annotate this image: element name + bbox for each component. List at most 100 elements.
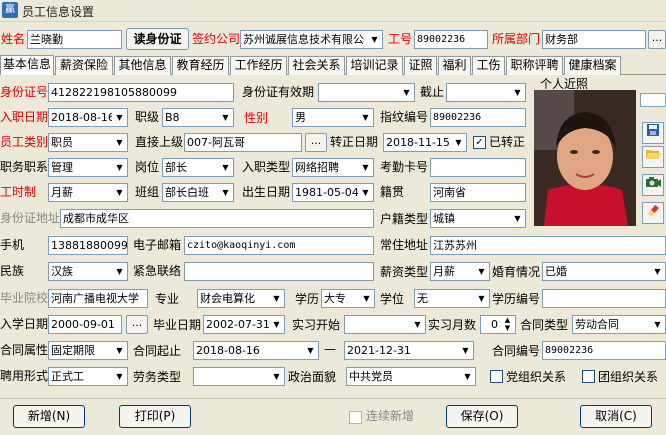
emergency-input[interactable] (184, 262, 374, 281)
salary-type-label: 薪资类型 (380, 265, 429, 279)
name-input[interactable]: 兰晓勤 (27, 30, 122, 49)
native-input[interactable]: 河南省 (430, 183, 526, 202)
party-org-checkbox[interactable] (490, 370, 503, 383)
emp-type-select[interactable]: 职员 ▼ (48, 133, 128, 152)
school-start-input[interactable]: 2000-09-01 (48, 315, 122, 334)
save-button[interactable]: 保存(O) (446, 405, 518, 428)
id-no-label: 身份证号 (0, 85, 49, 99)
union-org-checkbox[interactable] (582, 370, 595, 383)
spin-icon: ▲ ▼ (500, 316, 515, 333)
regular-date-picker[interactable]: 2018-11-15 ▼ (383, 133, 467, 152)
tab-social-relations[interactable]: 社会关系 (288, 56, 345, 75)
chevron-down-icon: ▼ (112, 263, 127, 280)
tab-training[interactable]: 培训记录 (346, 56, 403, 75)
edu-no-input[interactable] (542, 289, 666, 308)
marital-select[interactable]: 已婚 ▼ (542, 262, 666, 281)
tab-salary-insurance[interactable]: 薪资保险 (55, 56, 113, 75)
tab-title-review[interactable]: 职称评聘 (506, 56, 563, 75)
rank-select[interactable]: B8 ▼ (162, 108, 234, 127)
camera-icon[interactable] (642, 174, 664, 196)
contract-start-picker[interactable]: 2018-08-16 ▼ (193, 341, 319, 360)
labor-type-select[interactable]: ▼ (193, 367, 285, 386)
cancel-button[interactable]: 取消(C) (580, 405, 652, 428)
hire-date-picker[interactable]: 2018-08-16 ▼ (48, 108, 128, 127)
grad-date-picker[interactable]: 2002-07-31 ▼ (203, 315, 285, 334)
eraser-icon[interactable] (642, 202, 664, 224)
birth-date-picker[interactable]: 1981-05-04 ▼ (292, 183, 374, 202)
emp-no-label: 工号 (388, 32, 413, 46)
id-no-input[interactable]: 412822198105880099 (48, 83, 234, 102)
email-label: 电子邮箱 (133, 238, 182, 252)
gender-select[interactable]: 男 ▼ (292, 108, 374, 127)
hire-type-select[interactable]: 网络招聘 ▼ (292, 158, 374, 177)
labor-type-label: 劳务类型 (133, 370, 182, 384)
mobile-label: 手机 (0, 238, 25, 252)
tab-work-history[interactable]: 工作经历 (230, 56, 287, 75)
chevron-down-icon: ▼ (650, 263, 665, 280)
fingerprint-input[interactable]: 89002236 (430, 108, 526, 127)
dept-input[interactable]: 财务部 (542, 30, 646, 49)
post-select[interactable]: 部长 ▼ (162, 158, 234, 177)
school-label: 毕业院校 (0, 291, 49, 305)
tab-other-info[interactable]: 其他信息 (114, 56, 171, 75)
salary-type-select[interactable]: 月薪 ▼ (430, 262, 490, 281)
work-hours-select[interactable]: 月薪 ▼ (48, 183, 128, 202)
tab-injury[interactable]: 工伤 (472, 56, 505, 75)
degree-select[interactable]: 无 ▼ (414, 289, 490, 308)
intern-start-picker[interactable]: ▼ (344, 315, 426, 334)
shift-select[interactable]: 部长白班 ▼ (162, 183, 234, 202)
native-label: 籍贯 (380, 185, 405, 199)
major-label: 专业 (155, 292, 180, 306)
continue-new-checkbox[interactable] (349, 411, 362, 424)
attendance-input[interactable] (430, 158, 526, 177)
id-valid-select[interactable]: ▼ (318, 83, 415, 102)
tab-basic-info[interactable]: 基本信息 (0, 55, 54, 75)
contract-end-picker[interactable]: 2021-12-31 ▼ (344, 341, 474, 360)
chevron-down-icon: ▼ (399, 84, 414, 101)
hukou-type-select[interactable]: 城镇 ▼ (430, 209, 526, 228)
supervisor-pick-button[interactable]: ... (305, 133, 327, 152)
read-id-card-button[interactable]: 读身份证 (126, 28, 189, 50)
chevron-down-icon: ▼ (269, 316, 284, 333)
employ-form-select[interactable]: 正式工 ▼ (48, 367, 128, 386)
new-button[interactable]: 新增(N) (13, 405, 85, 428)
mobile-input[interactable]: 13881880099 (48, 236, 128, 255)
supervisor-input[interactable]: 007-阿瓦哥 (184, 133, 302, 152)
education-select[interactable]: 大专 ▼ (321, 289, 375, 308)
name-label: 姓名 (1, 32, 26, 46)
major-select[interactable]: 财会电算化 ▼ (197, 289, 285, 308)
contract-type-label: 合同类型 (520, 318, 569, 332)
residence-input[interactable]: 江苏苏州 (430, 236, 666, 255)
political-select[interactable]: 中共党员 ▼ (346, 367, 476, 386)
intern-months-stepper[interactable]: 0 ▲ ▼ (480, 315, 516, 334)
tab-health-records[interactable]: 健康档案 (564, 56, 621, 75)
save-icon[interactable] (642, 122, 664, 144)
ethnic-select[interactable]: 汉族 ▼ (48, 262, 128, 281)
contract-attr-select[interactable]: 固定期限 ▼ (48, 341, 128, 360)
company-label: 签约公司 (192, 32, 241, 46)
chevron-down-icon: ▼ (650, 316, 665, 333)
tab-benefits[interactable]: 福利 (438, 56, 471, 75)
regular-checkbox[interactable]: ✓ (473, 136, 486, 149)
continue-new-label: 连续新增 (366, 409, 415, 423)
email-input[interactable]: czito@kaoqinyi.com (184, 236, 374, 255)
chevron-down-icon: ▼ (112, 342, 127, 359)
school-input[interactable]: 河南广播电视大学 (48, 289, 148, 308)
title-select[interactable]: 管理 ▼ (48, 158, 128, 177)
tab-education[interactable]: 教育经历 (172, 56, 229, 75)
chevron-down-icon: ▼ (112, 159, 127, 176)
contract-no-input[interactable]: 89002236 (542, 341, 666, 360)
emp-no-input[interactable]: 89002236 (414, 30, 488, 49)
id-addr-input[interactable]: 成都市成华区 (60, 209, 374, 228)
degree-label: 学位 (380, 292, 405, 306)
photo-path-input[interactable] (640, 93, 666, 107)
company-select[interactable]: 苏州诚展信息技术有限公 ▼ (240, 30, 383, 49)
folder-open-icon[interactable] (642, 146, 664, 168)
dept-more-button[interactable]: ... (648, 30, 666, 49)
contract-type-select[interactable]: 劳动合同 ▼ (572, 315, 666, 334)
school-start-pick-button[interactable]: ... (126, 315, 148, 334)
print-button[interactable]: 打印(P) (119, 405, 191, 428)
deadline-select[interactable]: ▼ (446, 83, 526, 102)
intern-months-label: 实习月数 (428, 318, 477, 332)
tab-certificates[interactable]: 证照 (404, 56, 437, 75)
